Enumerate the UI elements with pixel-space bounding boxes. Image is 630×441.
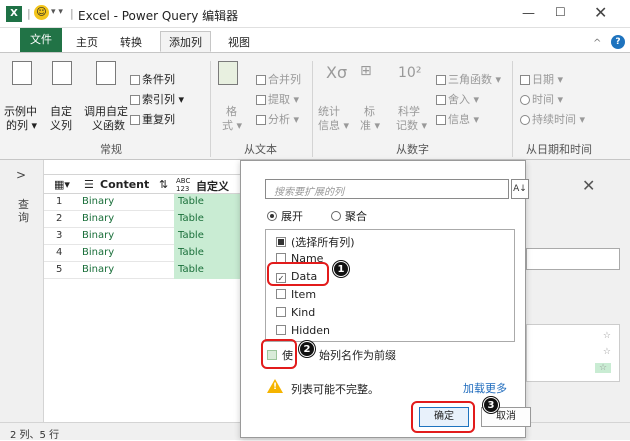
annotation-badge-3: 3 [483, 397, 499, 413]
duration-button[interactable]: 持续时间 ▾ [520, 111, 585, 127]
custom-column-icon [52, 61, 72, 85]
smiley-icon[interactable]: ☺ [34, 5, 49, 20]
aggregate-radio[interactable]: 聚合 [331, 208, 367, 224]
ribbon: 示例中 的列 ▾ 自定 义列 调用自定 义函数 条件列 索引列 ▾ 重复列 常规… [0, 52, 630, 160]
step-settings-icon[interactable]: ☆ [595, 363, 611, 373]
column-type-icon[interactable]: ABC 123 [176, 177, 194, 193]
annotation-box-data [267, 262, 329, 286]
table-row[interactable]: 2 Binary Table [44, 211, 240, 228]
status-text: 2 列、5 行 [10, 430, 60, 441]
time-button[interactable]: 时间 ▾ [520, 91, 563, 107]
parse-icon [256, 115, 266, 125]
stopwatch-icon [520, 115, 530, 125]
column-search-input[interactable]: 搜索要扩展的列 [265, 179, 509, 199]
prefix-label: 始列名作为前缀 [319, 349, 396, 362]
duplicate-column-icon [130, 115, 140, 125]
group-general-label: 常规 [100, 143, 122, 156]
format-icon [218, 61, 238, 85]
tab-file[interactable]: 文件 [20, 28, 62, 52]
close-settings-icon[interactable]: ✕ [582, 176, 595, 195]
excel-icon: X [6, 6, 22, 22]
table-row[interactable]: 5 Binary Table [44, 262, 240, 279]
queries-label[interactable]: 查询 [18, 198, 30, 224]
information-button[interactable]: 信息 ▾ [436, 111, 479, 127]
information-icon [436, 115, 446, 125]
sort-icon[interactable]: A↓ [511, 179, 529, 199]
annotation-badge-1: 1 [333, 261, 349, 277]
checkbox-kind[interactable]: Kind [276, 306, 315, 319]
extract-button[interactable]: 提取 ▾ [256, 91, 299, 107]
minimize-button[interactable]: — [522, 6, 535, 21]
table-row[interactable]: 4 Binary Table [44, 245, 240, 262]
conditional-column-icon [130, 75, 140, 85]
group-number-label: 从数字 [396, 143, 429, 156]
ribbon-tabs: 文件 主页 转换 添加列 视图 ^ [0, 28, 630, 52]
grid-header: ▦▾ ☰ Content ⇅ ABC 123 自定义 [44, 174, 240, 194]
merge-columns-button[interactable]: 合并列 [256, 71, 301, 87]
group-datetime-label: 从日期和时间 [526, 143, 592, 156]
checkbox-hidden[interactable]: Hidden [276, 324, 330, 337]
expand-queries-icon[interactable]: > [16, 168, 26, 182]
title-bar: X | ☺ ▾ ▾ | Excel - Power Query 编辑器 — ☐ … [0, 0, 630, 28]
tab-view[interactable]: 视图 [220, 32, 258, 52]
annotation-box-ok [411, 401, 475, 433]
group-text-label: 从文本 [244, 143, 277, 156]
merge-columns-icon [256, 75, 266, 85]
scientific-icon: 10² [398, 65, 422, 81]
warning-text: 列表可能不完整。 [291, 383, 379, 396]
calendar-icon [520, 75, 530, 85]
data-grid: ▦▾ ☰ Content ⇅ ABC 123 自定义 1 Binary Tabl… [44, 160, 240, 422]
rounding-button[interactable]: 舍入 ▾ [436, 91, 479, 107]
clock-icon [520, 95, 530, 105]
step-settings-icon[interactable]: ☆ [603, 331, 611, 341]
query-settings-pane: ✕ ☆ ☆ ☆ [526, 160, 630, 422]
checkbox-item[interactable]: Item [276, 288, 316, 301]
expand-radio[interactable]: 展开 [267, 208, 303, 224]
index-column-button[interactable]: 索引列 ▾ [130, 91, 184, 107]
statistics-icon: Xσ [326, 63, 348, 82]
date-button[interactable]: 日期 ▾ [520, 71, 563, 87]
invoke-function-icon [96, 61, 116, 85]
window-title: Excel - Power Query 编辑器 [78, 9, 239, 23]
annotation-badge-2: 2 [299, 341, 315, 357]
trigonometry-button[interactable]: 三角函数 ▾ [436, 71, 501, 87]
help-icon[interactable]: ? [611, 35, 625, 49]
select-all-checkbox[interactable]: (选择所有列) [276, 234, 355, 250]
table-row[interactable]: 1 Binary Table [44, 194, 240, 211]
parse-button[interactable]: 分析 ▾ [256, 111, 299, 127]
column-header-custom[interactable]: 自定义 [196, 178, 229, 194]
rounding-icon [436, 95, 446, 105]
quick-access-arrows[interactable]: ▾ ▾ [51, 7, 63, 17]
query-name-field[interactable] [526, 248, 620, 270]
tab-transform[interactable]: 转换 [112, 32, 150, 52]
tab-add-column[interactable]: 添加列 [160, 31, 211, 52]
step-settings-icon[interactable]: ☆ [603, 347, 611, 357]
queries-pane: > 查询 [0, 160, 44, 422]
column-header-content[interactable]: Content [100, 178, 149, 191]
close-button[interactable]: ✕ [594, 3, 607, 22]
tab-home[interactable]: 主页 [68, 32, 106, 52]
example-column-icon [12, 61, 32, 85]
expand-column-icon[interactable]: ⇅ [159, 178, 168, 191]
trigonometry-icon [436, 75, 446, 85]
load-more-link[interactable]: 加载更多 [463, 380, 507, 396]
extract-icon [256, 95, 266, 105]
annotation-box-prefix [261, 339, 297, 369]
table-menu-icon[interactable]: ▦▾ [54, 178, 70, 191]
applied-steps-list: ☆ ☆ ☆ [526, 324, 620, 382]
collapse-ribbon-icon[interactable]: ^ [593, 38, 601, 49]
content-type-icon[interactable]: ☰ [84, 178, 94, 191]
index-column-icon [130, 95, 140, 105]
conditional-column-button[interactable]: 条件列 [130, 71, 175, 87]
standard-icon: ⊞ [360, 63, 372, 79]
maximize-button[interactable]: ☐ [555, 5, 566, 19]
duplicate-column-button[interactable]: 重复列 [130, 111, 175, 127]
expand-column-dialog: 搜索要扩展的列 A↓ 展开 聚合 (选择所有列) Name ✓ Data Item… [240, 160, 531, 438]
table-row[interactable]: 3 Binary Table [44, 228, 240, 245]
